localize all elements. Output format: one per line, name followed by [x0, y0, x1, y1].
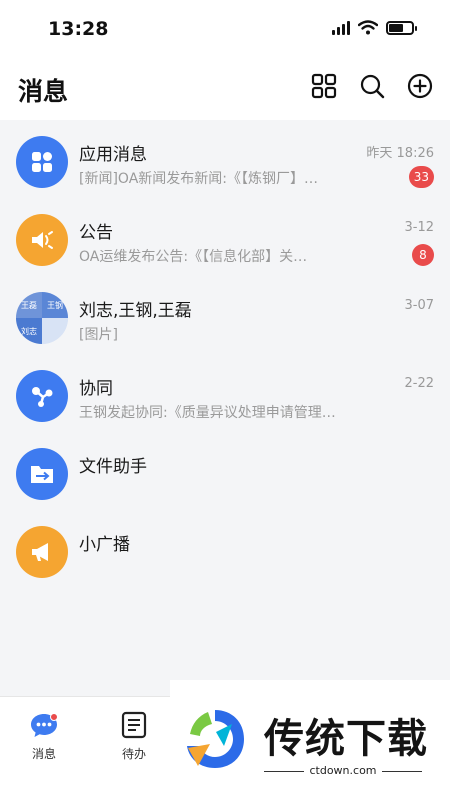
status-icons: [332, 20, 417, 35]
speaker-icon: [32, 231, 53, 249]
message-preview: [图片]: [79, 327, 118, 343]
message-preview: 王钢发起协同:《质量异议处理申请管理…: [79, 405, 336, 421]
message-title: 刘志,王钢,王磊: [79, 301, 192, 321]
collab-avatar: [16, 370, 68, 422]
apps-icon: [32, 152, 52, 172]
group-avatar-member: 王磊: [16, 292, 42, 318]
tab-todo[interactable]: 待办: [104, 711, 164, 762]
signal-icon: [332, 20, 350, 35]
unread-badge: 33: [408, 166, 434, 188]
page-title: 消息: [18, 77, 69, 106]
message-item-broadcast[interactable]: 小广播: [0, 512, 450, 590]
message-item-file-assistant[interactable]: 文件助手: [0, 434, 450, 512]
add-button[interactable]: [406, 72, 434, 100]
watermark-logo-icon: [187, 710, 244, 768]
message-time: 昨天 18:26: [366, 146, 434, 161]
group-avatar-member: 刘志: [16, 318, 42, 344]
message-preview: [新闻]OA新闻发布新闻:《【炼钢厂】…: [79, 171, 318, 187]
header: 消息: [0, 58, 450, 120]
search-icon: [360, 74, 385, 99]
megaphone-icon: [32, 543, 48, 561]
status-bar: 13:28: [0, 0, 450, 58]
message-preview: OA运维发布公告:《【信息化部】关…: [79, 249, 308, 265]
add-circle-icon: [407, 73, 433, 99]
grid-icon: [311, 73, 337, 99]
group-avatar: 王磊 王钢 刘志: [16, 292, 68, 344]
unread-badge: 8: [412, 244, 434, 266]
grid-button[interactable]: [310, 72, 338, 100]
wifi-icon: [358, 20, 378, 35]
message-title: 小广播: [79, 535, 130, 555]
unread-dot: [50, 713, 58, 721]
folder-transfer-icon: [31, 466, 53, 483]
todo-list-icon: [121, 711, 147, 739]
header-actions: [310, 72, 434, 100]
share-icon: [32, 387, 53, 407]
apps-avatar: [16, 136, 68, 188]
message-time: 2-22: [404, 376, 434, 391]
tab-messages[interactable]: 消息: [14, 711, 74, 762]
message-title: 文件助手: [79, 457, 147, 477]
message-item-group[interactable]: 王磊 王钢 刘志 刘志,王钢,王磊 3-07 [图片]: [0, 278, 450, 356]
tab-label: 待办: [121, 747, 146, 761]
message-title: 应用消息: [79, 145, 147, 165]
battery-icon: [386, 20, 417, 35]
message-item-collab[interactable]: 协同 2-22 王钢发起协同:《质量异议处理申请管理…: [0, 356, 450, 434]
tab-label: 消息: [31, 747, 56, 761]
message-list: 应用消息 昨天 18:26 [新闻]OA新闻发布新闻:《【炼钢厂】… 33 公告…: [0, 122, 450, 590]
message-time: 3-12: [404, 220, 434, 235]
status-time: 13:28: [48, 18, 109, 40]
file-assistant-avatar: [16, 448, 68, 500]
group-avatar-member: [42, 318, 68, 344]
message-title: 协同: [79, 379, 113, 399]
watermark: 传统下载 ctdown.com: [170, 680, 450, 800]
message-title: 公告: [79, 223, 113, 243]
notice-avatar: [16, 214, 68, 266]
message-item-app[interactable]: 应用消息 昨天 18:26 [新闻]OA新闻发布新闻:《【炼钢厂】… 33: [0, 122, 450, 200]
search-button[interactable]: [358, 72, 386, 100]
watermark-text: 传统下载: [264, 716, 428, 762]
watermark-rule: [382, 771, 422, 772]
message-time: 3-07: [404, 298, 434, 313]
message-item-notice[interactable]: 公告 3-12 OA运维发布公告:《【信息化部】关… 8: [0, 200, 450, 278]
broadcast-avatar: [16, 526, 68, 578]
group-avatar-member: 王钢: [42, 292, 68, 318]
